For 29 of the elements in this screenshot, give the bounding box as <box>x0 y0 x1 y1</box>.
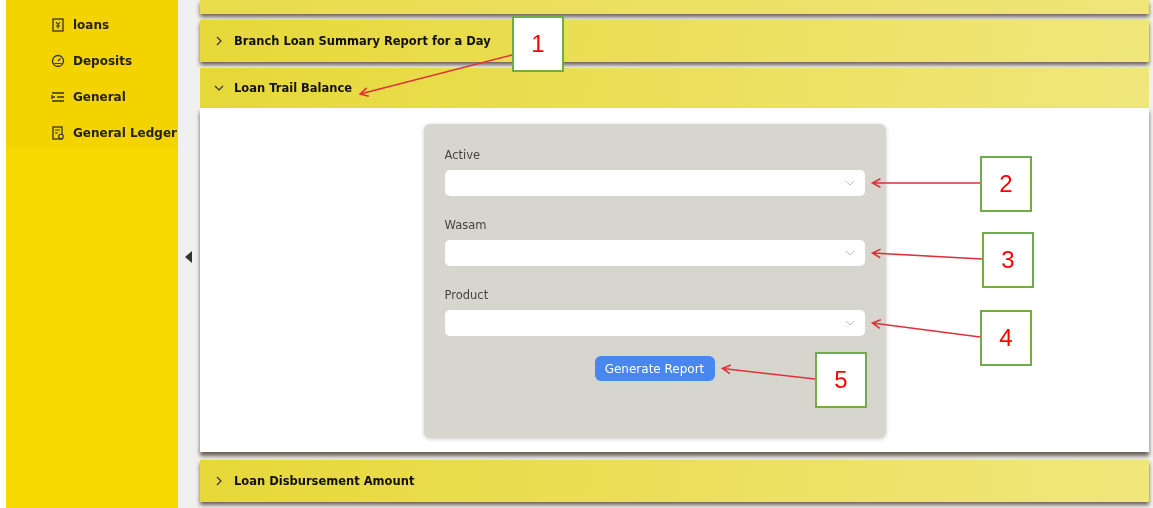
dropdown-field[interactable] <box>444 310 865 336</box>
document-icon <box>51 126 65 140</box>
chevron-icon <box>844 250 855 256</box>
dropdown-field[interactable] <box>444 170 865 196</box>
callout-box: 2 <box>980 156 1032 212</box>
accordion-header[interactable]: Loan Trail Balance <box>200 68 1149 108</box>
chevron-icon <box>214 476 224 486</box>
list-icon <box>51 90 65 104</box>
chevron-icon <box>214 36 224 46</box>
field-label: Wasam <box>444 218 488 234</box>
callout-box: 1 <box>512 16 564 72</box>
field-label: Product <box>444 288 490 304</box>
sidebar-item[interactable]: General Ledger <box>6 114 178 152</box>
collapse-toggle-icon[interactable] <box>185 251 193 263</box>
dropdown-field[interactable] <box>444 240 865 266</box>
callout-box: 4 <box>980 310 1032 366</box>
generate-report-button[interactable]: Generate Report <box>594 356 715 381</box>
chevron-icon <box>844 320 855 326</box>
sidebar-item[interactable]: Deposits <box>6 42 178 80</box>
accordion-header[interactable]: Loan Disbursement Amount <box>200 460 1149 502</box>
chevron-icon <box>214 83 224 93</box>
callout-box: 5 <box>815 352 867 408</box>
field-label: Active <box>444 148 482 164</box>
callout-box: 3 <box>982 232 1034 288</box>
chevron-icon <box>844 180 855 186</box>
sidebar-item[interactable]: loans <box>6 6 178 44</box>
gauge-icon <box>51 54 65 68</box>
sidebar-item[interactable]: General <box>6 78 178 116</box>
document-icon <box>51 18 65 32</box>
